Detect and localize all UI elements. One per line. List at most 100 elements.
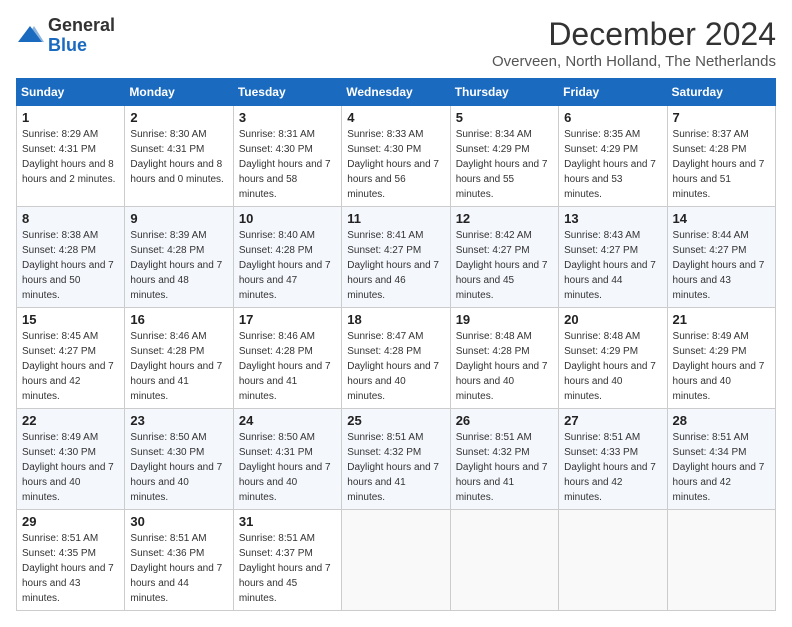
calendar-cell xyxy=(450,510,558,611)
day-number: 24 xyxy=(239,413,336,428)
page-header: General Blue December 2024 Overveen, Nor… xyxy=(16,16,776,70)
calendar-cell: 12 Sunrise: 8:42 AMSunset: 4:27 PMDaylig… xyxy=(450,207,558,308)
day-number: 4 xyxy=(347,110,444,125)
calendar-cell: 22 Sunrise: 8:49 AMSunset: 4:30 PMDaylig… xyxy=(17,409,125,510)
day-info: Sunrise: 8:44 AMSunset: 4:27 PMDaylight … xyxy=(673,228,770,303)
calendar-cell: 1 Sunrise: 8:29 AMSunset: 4:31 PMDayligh… xyxy=(17,106,125,207)
calendar-cell: 6 Sunrise: 8:35 AMSunset: 4:29 PMDayligh… xyxy=(559,106,667,207)
day-info: Sunrise: 8:51 AMSunset: 4:35 PMDaylight … xyxy=(22,531,119,606)
day-info: Sunrise: 8:39 AMSunset: 4:28 PMDaylight … xyxy=(130,228,227,303)
calendar-cell: 9 Sunrise: 8:39 AMSunset: 4:28 PMDayligh… xyxy=(125,207,233,308)
calendar-cell: 20 Sunrise: 8:48 AMSunset: 4:29 PMDaylig… xyxy=(559,308,667,409)
day-number: 8 xyxy=(22,211,119,226)
day-number: 2 xyxy=(130,110,227,125)
day-number: 19 xyxy=(456,312,553,327)
day-info: Sunrise: 8:48 AMSunset: 4:28 PMDaylight … xyxy=(456,329,553,404)
day-info: Sunrise: 8:51 AMSunset: 4:37 PMDaylight … xyxy=(239,531,336,606)
logo-icon xyxy=(16,22,44,50)
logo-blue: Blue xyxy=(48,35,87,55)
day-number: 28 xyxy=(673,413,770,428)
week-row-2: 8 Sunrise: 8:38 AMSunset: 4:28 PMDayligh… xyxy=(17,207,776,308)
day-info: Sunrise: 8:45 AMSunset: 4:27 PMDaylight … xyxy=(22,329,119,404)
day-number: 15 xyxy=(22,312,119,327)
day-number: 14 xyxy=(673,211,770,226)
day-info: Sunrise: 8:50 AMSunset: 4:31 PMDaylight … xyxy=(239,430,336,505)
day-info: Sunrise: 8:29 AMSunset: 4:31 PMDaylight … xyxy=(22,127,119,187)
calendar-cell: 2 Sunrise: 8:30 AMSunset: 4:31 PMDayligh… xyxy=(125,106,233,207)
day-info: Sunrise: 8:47 AMSunset: 4:28 PMDaylight … xyxy=(347,329,444,404)
calendar-cell: 31 Sunrise: 8:51 AMSunset: 4:37 PMDaylig… xyxy=(233,510,341,611)
calendar-cell: 26 Sunrise: 8:51 AMSunset: 4:32 PMDaylig… xyxy=(450,409,558,510)
calendar-cell: 11 Sunrise: 8:41 AMSunset: 4:27 PMDaylig… xyxy=(342,207,450,308)
day-info: Sunrise: 8:49 AMSunset: 4:29 PMDaylight … xyxy=(673,329,770,404)
calendar-cell: 28 Sunrise: 8:51 AMSunset: 4:34 PMDaylig… xyxy=(667,409,775,510)
day-info: Sunrise: 8:51 AMSunset: 4:36 PMDaylight … xyxy=(130,531,227,606)
day-number: 16 xyxy=(130,312,227,327)
calendar-cell: 7 Sunrise: 8:37 AMSunset: 4:28 PMDayligh… xyxy=(667,106,775,207)
col-header-monday: Monday xyxy=(125,79,233,106)
day-number: 27 xyxy=(564,413,661,428)
calendar-cell xyxy=(559,510,667,611)
calendar-cell: 18 Sunrise: 8:47 AMSunset: 4:28 PMDaylig… xyxy=(342,308,450,409)
day-number: 25 xyxy=(347,413,444,428)
day-info: Sunrise: 8:49 AMSunset: 4:30 PMDaylight … xyxy=(22,430,119,505)
calendar-cell: 24 Sunrise: 8:50 AMSunset: 4:31 PMDaylig… xyxy=(233,409,341,510)
col-header-tuesday: Tuesday xyxy=(233,79,341,106)
day-number: 11 xyxy=(347,211,444,226)
calendar-cell: 17 Sunrise: 8:46 AMSunset: 4:28 PMDaylig… xyxy=(233,308,341,409)
day-info: Sunrise: 8:38 AMSunset: 4:28 PMDaylight … xyxy=(22,228,119,303)
calendar-cell: 25 Sunrise: 8:51 AMSunset: 4:32 PMDaylig… xyxy=(342,409,450,510)
week-row-5: 29 Sunrise: 8:51 AMSunset: 4:35 PMDaylig… xyxy=(17,510,776,611)
month-title: December 2024 xyxy=(492,16,776,53)
day-info: Sunrise: 8:46 AMSunset: 4:28 PMDaylight … xyxy=(130,329,227,404)
day-info: Sunrise: 8:34 AMSunset: 4:29 PMDaylight … xyxy=(456,127,553,202)
day-info: Sunrise: 8:33 AMSunset: 4:30 PMDaylight … xyxy=(347,127,444,202)
logo-general: General xyxy=(48,15,115,35)
day-number: 29 xyxy=(22,514,119,529)
day-info: Sunrise: 8:35 AMSunset: 4:29 PMDaylight … xyxy=(564,127,661,202)
calendar-cell: 23 Sunrise: 8:50 AMSunset: 4:30 PMDaylig… xyxy=(125,409,233,510)
calendar-cell: 10 Sunrise: 8:40 AMSunset: 4:28 PMDaylig… xyxy=(233,207,341,308)
calendar-cell: 15 Sunrise: 8:45 AMSunset: 4:27 PMDaylig… xyxy=(17,308,125,409)
calendar-cell: 14 Sunrise: 8:44 AMSunset: 4:27 PMDaylig… xyxy=(667,207,775,308)
calendar-cell: 27 Sunrise: 8:51 AMSunset: 4:33 PMDaylig… xyxy=(559,409,667,510)
day-number: 5 xyxy=(456,110,553,125)
day-number: 22 xyxy=(22,413,119,428)
day-number: 30 xyxy=(130,514,227,529)
calendar-cell: 29 Sunrise: 8:51 AMSunset: 4:35 PMDaylig… xyxy=(17,510,125,611)
title-block: December 2024 Overveen, North Holland, T… xyxy=(492,16,776,70)
day-number: 1 xyxy=(22,110,119,125)
calendar-cell: 30 Sunrise: 8:51 AMSunset: 4:36 PMDaylig… xyxy=(125,510,233,611)
day-number: 26 xyxy=(456,413,553,428)
day-info: Sunrise: 8:48 AMSunset: 4:29 PMDaylight … xyxy=(564,329,661,404)
day-number: 12 xyxy=(456,211,553,226)
col-header-thursday: Thursday xyxy=(450,79,558,106)
day-number: 23 xyxy=(130,413,227,428)
day-info: Sunrise: 8:51 AMSunset: 4:34 PMDaylight … xyxy=(673,430,770,505)
day-info: Sunrise: 8:51 AMSunset: 4:32 PMDaylight … xyxy=(456,430,553,505)
col-header-saturday: Saturday xyxy=(667,79,775,106)
day-number: 10 xyxy=(239,211,336,226)
week-row-4: 22 Sunrise: 8:49 AMSunset: 4:30 PMDaylig… xyxy=(17,409,776,510)
day-number: 7 xyxy=(673,110,770,125)
location: Overveen, North Holland, The Netherlands xyxy=(492,53,776,70)
day-info: Sunrise: 8:40 AMSunset: 4:28 PMDaylight … xyxy=(239,228,336,303)
col-header-friday: Friday xyxy=(559,79,667,106)
day-info: Sunrise: 8:43 AMSunset: 4:27 PMDaylight … xyxy=(564,228,661,303)
day-number: 6 xyxy=(564,110,661,125)
calendar-cell: 8 Sunrise: 8:38 AMSunset: 4:28 PMDayligh… xyxy=(17,207,125,308)
col-header-sunday: Sunday xyxy=(17,79,125,106)
calendar-table: SundayMondayTuesdayWednesdayThursdayFrid… xyxy=(16,78,776,611)
day-info: Sunrise: 8:41 AMSunset: 4:27 PMDaylight … xyxy=(347,228,444,303)
calendar-cell xyxy=(667,510,775,611)
calendar-cell: 4 Sunrise: 8:33 AMSunset: 4:30 PMDayligh… xyxy=(342,106,450,207)
day-info: Sunrise: 8:37 AMSunset: 4:28 PMDaylight … xyxy=(673,127,770,202)
day-info: Sunrise: 8:42 AMSunset: 4:27 PMDaylight … xyxy=(456,228,553,303)
col-header-wednesday: Wednesday xyxy=(342,79,450,106)
day-number: 3 xyxy=(239,110,336,125)
day-info: Sunrise: 8:31 AMSunset: 4:30 PMDaylight … xyxy=(239,127,336,202)
logo: General Blue xyxy=(16,16,115,56)
day-info: Sunrise: 8:51 AMSunset: 4:33 PMDaylight … xyxy=(564,430,661,505)
calendar-cell xyxy=(342,510,450,611)
calendar-cell: 5 Sunrise: 8:34 AMSunset: 4:29 PMDayligh… xyxy=(450,106,558,207)
